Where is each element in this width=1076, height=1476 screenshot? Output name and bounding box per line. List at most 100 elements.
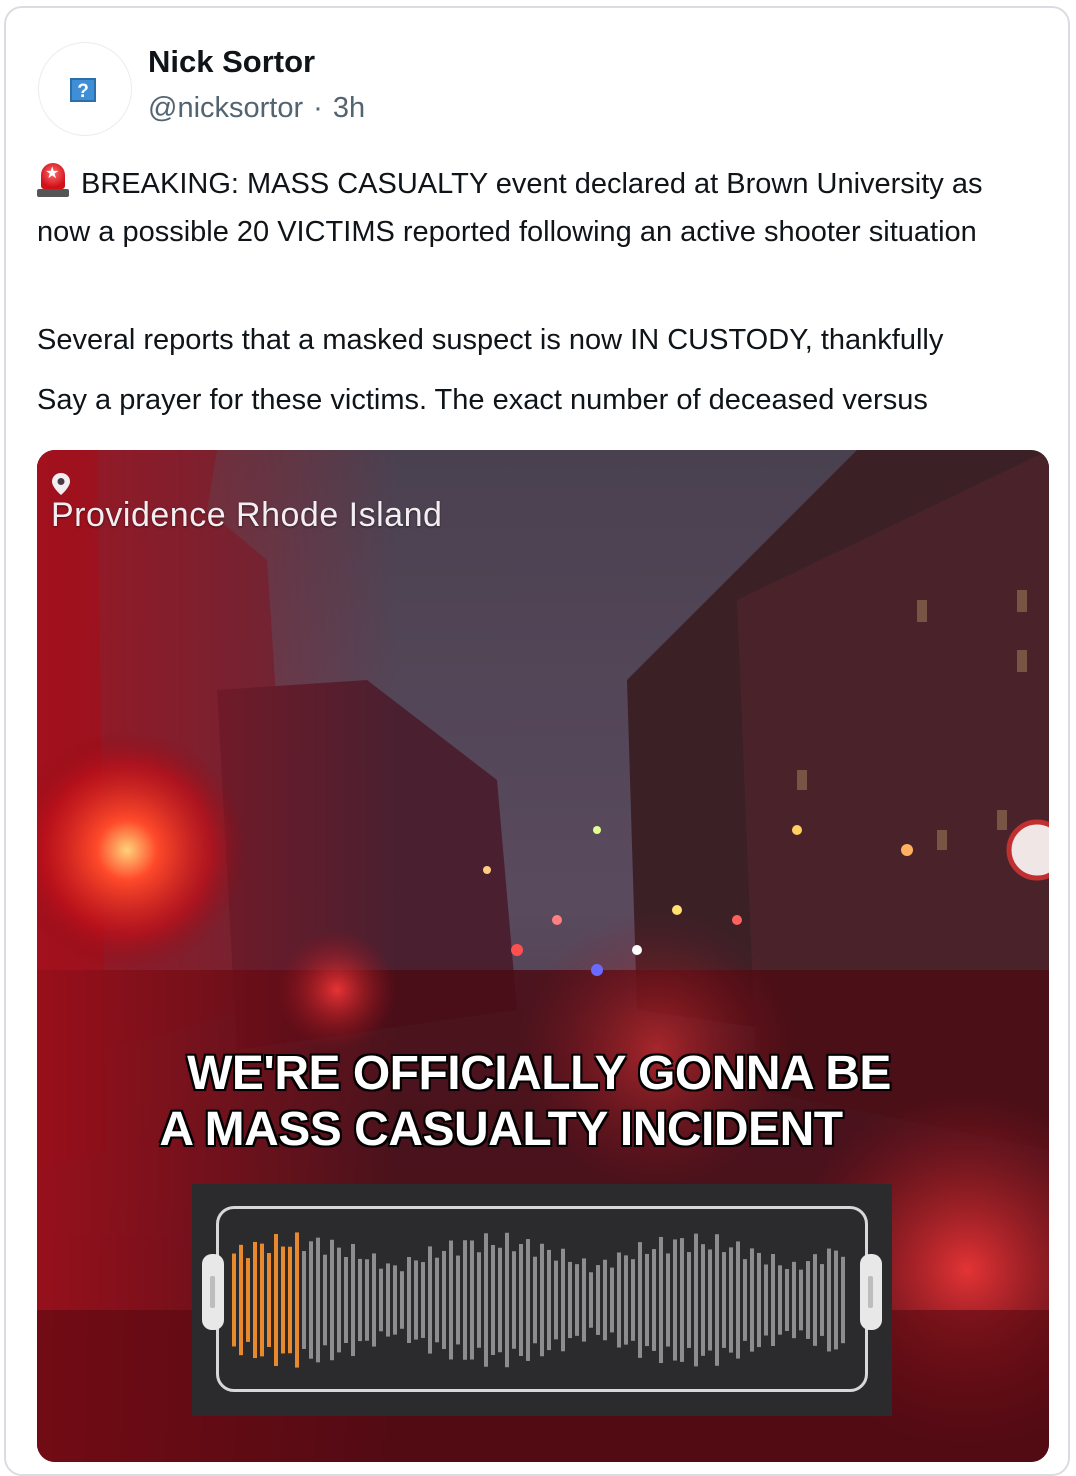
- waveform-bar: [435, 1257, 439, 1343]
- waveform-bar-played: [274, 1233, 278, 1367]
- waveform-bar: [337, 1247, 341, 1353]
- waveform-bar: [673, 1239, 677, 1361]
- waveform-bar: [834, 1250, 838, 1350]
- waveform-bar: [449, 1240, 453, 1360]
- waveform-bar: [771, 1254, 775, 1346]
- waveform-bar: [680, 1238, 684, 1362]
- waveform-bar: [666, 1253, 670, 1347]
- location-label: Providence Rhode Island: [51, 496, 443, 534]
- author-handle[interactable]: @nicksortor: [148, 92, 303, 124]
- waveform-bar-played: [239, 1244, 243, 1356]
- waveform-bar: [477, 1252, 481, 1348]
- waveform-bar: [764, 1264, 768, 1336]
- waveform-bar: [519, 1244, 523, 1356]
- post-text-custody: Several reports that a masked suspect is…: [37, 324, 944, 356]
- waveform-bar-played: [295, 1232, 299, 1368]
- police-car-light-icon: [37, 163, 69, 199]
- waveform-bar: [302, 1251, 306, 1349]
- waveform-bar: [456, 1255, 460, 1345]
- waveform-bar-played: [288, 1246, 292, 1354]
- audio-trim-panel[interactable]: [192, 1184, 892, 1416]
- post-text-breaking: BREAKING: MASS CASUALTY event declared a…: [37, 160, 1042, 256]
- waveform-bar: [344, 1256, 348, 1344]
- waveform-bar: [722, 1252, 726, 1348]
- trim-handle-right[interactable]: [860, 1254, 882, 1330]
- waveform-bar: [785, 1269, 789, 1331]
- waveform-bar: [379, 1268, 383, 1332]
- waveform-bar: [708, 1249, 712, 1351]
- waveform-bar: [841, 1256, 845, 1344]
- waveform-bar-played: [246, 1258, 250, 1342]
- waveform-bar: [645, 1253, 649, 1347]
- waveform-bar: [414, 1260, 418, 1340]
- waveform-bar: [729, 1247, 733, 1353]
- meta-separator: ·: [313, 92, 323, 124]
- waveform-bar: [400, 1271, 404, 1329]
- waveform-bar: [512, 1251, 516, 1349]
- post-time[interactable]: 3h: [333, 92, 365, 124]
- waveform-bar: [575, 1264, 579, 1336]
- waveform-bar: [421, 1262, 425, 1338]
- audio-waveform[interactable]: [232, 1232, 852, 1368]
- video-caption-line2: A MASS CASUALTY INCIDENT: [159, 1103, 843, 1156]
- waveform-bar-played: [253, 1241, 257, 1359]
- waveform-bar: [568, 1261, 572, 1339]
- waveform-bar: [638, 1242, 642, 1358]
- waveform-bar: [659, 1236, 663, 1364]
- waveform-bar: [386, 1263, 390, 1337]
- waveform-bar: [750, 1248, 754, 1352]
- waveform-bar: [806, 1261, 810, 1339]
- waveform-bar: [792, 1261, 796, 1339]
- waveform-bar-played: [267, 1253, 271, 1347]
- waveform-bar: [596, 1265, 600, 1335]
- author-name[interactable]: Nick Sortor: [148, 44, 315, 80]
- waveform-bar: [631, 1259, 635, 1341]
- waveform-bar: [547, 1249, 551, 1351]
- waveform-bar: [610, 1267, 614, 1333]
- waveform-bar: [624, 1255, 628, 1345]
- waveform-bar: [827, 1248, 831, 1352]
- waveform-bar: [309, 1241, 313, 1359]
- waveform-bar: [582, 1258, 586, 1342]
- waveform-bar: [330, 1239, 334, 1361]
- waveform-bar: [533, 1256, 537, 1344]
- video-player[interactable]: Providence Rhode Island WE'RE OFFICIALLY…: [37, 450, 1049, 1462]
- waveform-bar: [442, 1250, 446, 1350]
- waveform-bar: [617, 1252, 621, 1348]
- waveform-bar: [393, 1265, 397, 1335]
- waveform-bar: [498, 1247, 502, 1353]
- waveform-bar: [799, 1269, 803, 1331]
- waveform-bar: [526, 1239, 530, 1361]
- waveform-bar: [813, 1254, 817, 1346]
- waveform-bar: [372, 1253, 376, 1347]
- broken-image-icon: ?: [70, 78, 96, 102]
- trim-handle-left[interactable]: [202, 1254, 224, 1330]
- waveform-bar: [820, 1264, 824, 1336]
- waveform-bar: [540, 1243, 544, 1357]
- waveform-bar: [358, 1258, 362, 1342]
- avatar[interactable]: ?: [38, 42, 132, 136]
- post-text-prayer: Say a prayer for these victims. The exac…: [37, 384, 928, 416]
- breaking-text: BREAKING: MASS CASUALTY event declared a…: [37, 168, 983, 248]
- waveform-bar: [323, 1254, 327, 1346]
- video-caption-line1: WE'RE OFFICIALLY GONNA BE: [187, 1047, 891, 1100]
- waveform-bar: [316, 1237, 320, 1363]
- waveform-bar: [743, 1259, 747, 1341]
- location-tag: Providence Rhode Island: [51, 472, 442, 535]
- waveform-bar: [407, 1257, 411, 1343]
- waveform-bar: [365, 1259, 369, 1341]
- waveform-bar-played: [260, 1243, 264, 1357]
- waveform-bar: [652, 1249, 656, 1351]
- waveform-bar: [505, 1232, 509, 1368]
- waveform-bar: [778, 1265, 782, 1335]
- waveform-bar: [589, 1272, 593, 1328]
- waveform-bar: [484, 1233, 488, 1367]
- waveform-bar-played: [232, 1253, 236, 1347]
- waveform-bar: [687, 1252, 691, 1348]
- waveform-bar: [715, 1234, 719, 1366]
- waveform-bar-played: [281, 1246, 285, 1354]
- waveform-bar: [554, 1260, 558, 1340]
- waveform-bar: [736, 1241, 740, 1359]
- waveform-bar: [428, 1246, 432, 1354]
- waveform-bar: [491, 1244, 495, 1356]
